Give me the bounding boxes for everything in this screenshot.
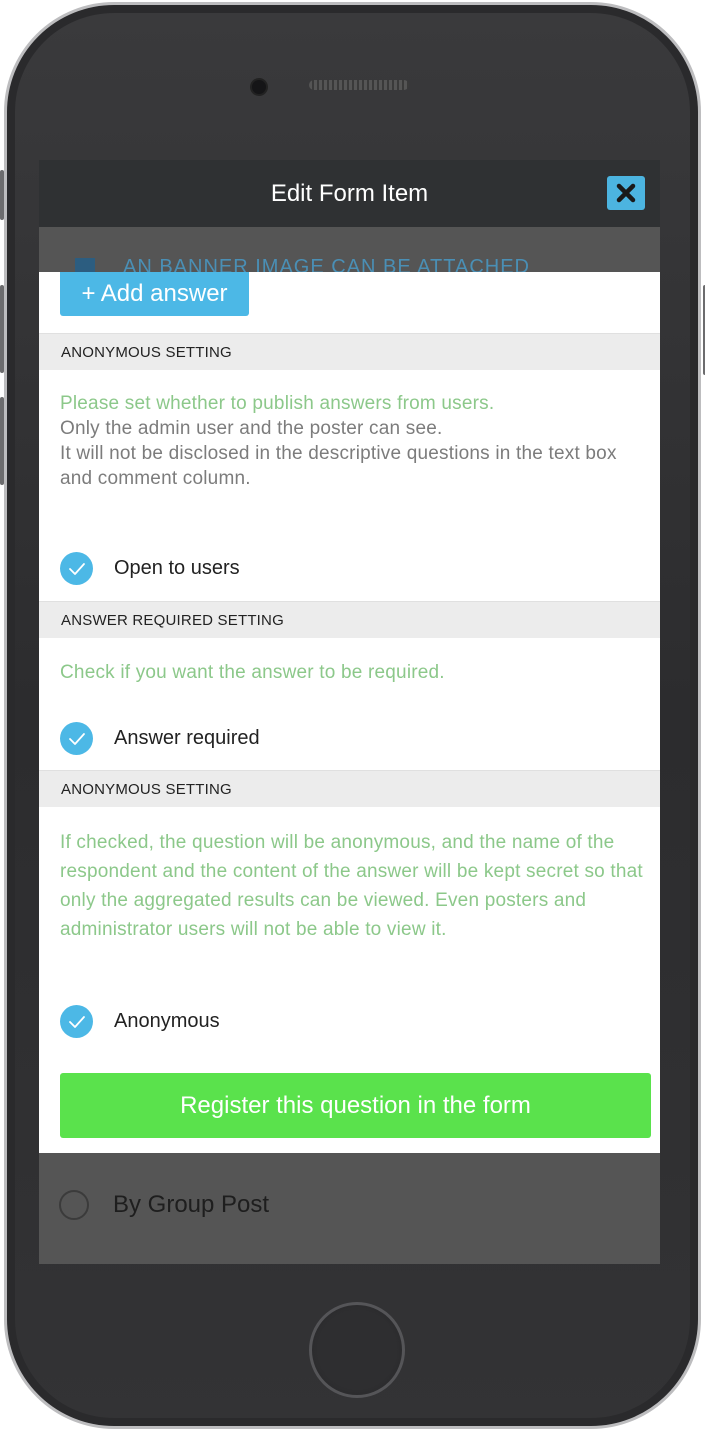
top-bar: Edit Form Item <box>39 160 660 227</box>
section-header-anonymous-2: ANONYMOUS SETTING <box>39 770 660 807</box>
volume-down-button <box>0 397 4 485</box>
add-answer-button[interactable]: + Add answer <box>60 272 249 316</box>
checkmark-icon <box>68 732 85 745</box>
section-description: Please set whether to publish answers fr… <box>60 391 652 491</box>
group-post-option[interactable]: By Group Post <box>59 1190 269 1220</box>
home-button[interactable] <box>309 1302 405 1398</box>
answer-required-checkbox[interactable]: Answer required <box>60 722 260 755</box>
section-description: Check if you want the answer to be requi… <box>60 660 652 685</box>
screen: Edit Form Item AN BANNER IMAGE CAN BE AT… <box>39 160 660 1264</box>
section-header-required: ANSWER REQUIRED SETTING <box>39 601 660 638</box>
group-post-label: By Group Post <box>113 1191 270 1218</box>
checkbox-label: Open to users <box>114 557 240 579</box>
checkbox-label: Answer required <box>114 727 260 749</box>
page-title: Edit Form Item <box>270 180 429 207</box>
edit-form-modal: + Add answer ANONYMOUS SETTING Please se… <box>39 272 660 1153</box>
checkbox-label: Anonymous <box>114 1010 220 1032</box>
description-tertiary: It will not be disclosed in the descript… <box>60 443 617 489</box>
checkmark-icon <box>68 562 85 575</box>
checkbox-checked[interactable] <box>60 552 93 585</box>
section-header-anonymous: ANONYMOUS SETTING <box>39 333 660 370</box>
register-question-button[interactable]: Register this question in the form <box>60 1073 651 1138</box>
description-primary: Check if you want the answer to be requi… <box>60 662 445 683</box>
earpiece-speaker <box>309 80 409 90</box>
checkbox-checked[interactable] <box>60 1005 93 1038</box>
checkbox-checked[interactable] <box>60 722 93 755</box>
open-to-users-checkbox[interactable]: Open to users <box>60 552 240 585</box>
close-button[interactable] <box>607 176 645 210</box>
front-camera <box>250 78 268 96</box>
checkmark-icon <box>68 1015 85 1028</box>
anonymous-checkbox[interactable]: Anonymous <box>60 1005 220 1038</box>
section-description: If checked, the question will be anonymo… <box>60 832 643 940</box>
close-icon <box>616 183 636 203</box>
description-secondary: Only the admin user and the poster can s… <box>60 418 443 439</box>
description-primary: Please set whether to publish answers fr… <box>60 393 495 414</box>
volume-up-button <box>0 285 4 373</box>
radio-button[interactable] <box>59 1190 89 1220</box>
mute-switch <box>0 170 4 220</box>
